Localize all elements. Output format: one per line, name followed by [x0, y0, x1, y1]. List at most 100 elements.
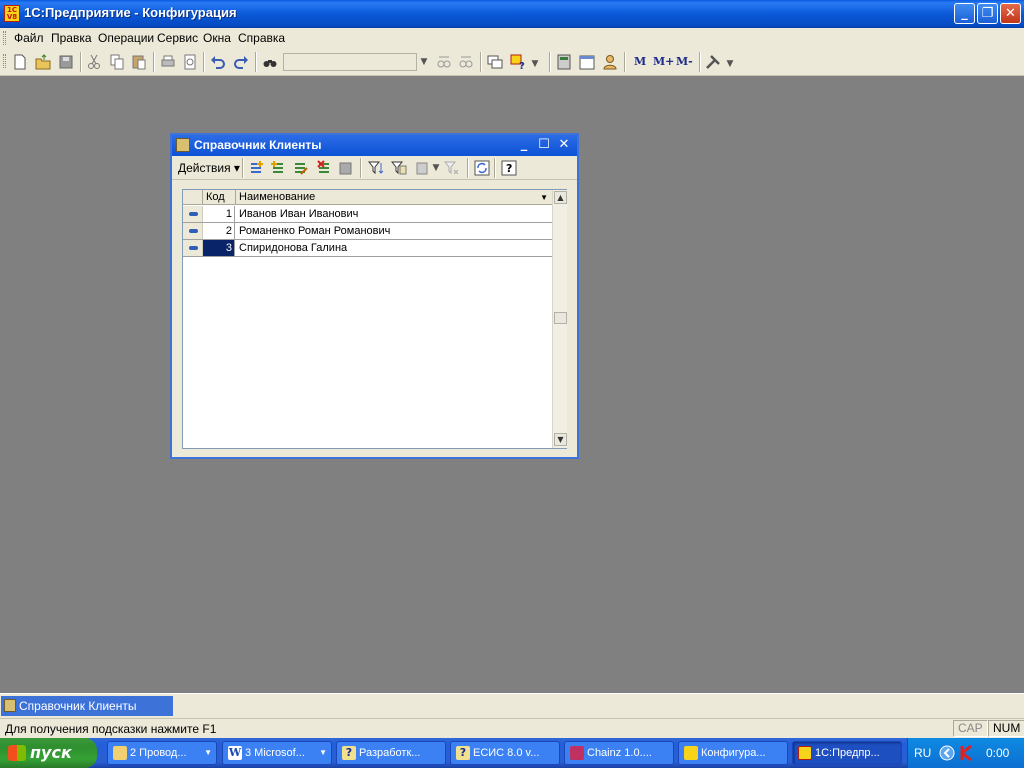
- task-word[interactable]: W 3 Microsof... ▼: [222, 741, 332, 765]
- paste-icon[interactable]: [131, 54, 147, 70]
- header-mark-column[interactable]: [183, 190, 203, 205]
- tools-dropdown-icon[interactable]: ▼: [724, 55, 736, 73]
- header-name[interactable]: Наименование ▼: [236, 190, 552, 205]
- tray-expand-icon[interactable]: [939, 745, 955, 761]
- language-indicator[interactable]: RU: [914, 746, 931, 760]
- header-code[interactable]: Код: [203, 190, 236, 205]
- minimize-button[interactable]: _: [954, 3, 975, 24]
- find-previous-icon[interactable]: [436, 54, 452, 70]
- row-code[interactable]: 2: [203, 223, 235, 239]
- memory-button[interactable]: M: [634, 55, 646, 68]
- menu-edit[interactable]: Правка: [51, 31, 92, 45]
- row-name[interactable]: Спиридонова Галина: [237, 240, 347, 256]
- menu-operations[interactable]: Операции: [98, 31, 154, 45]
- task-development[interactable]: ? Разработк...: [336, 741, 446, 765]
- catalog-window: Справочник Клиенты _ ☐ ✕ Действия ▾ ▼ ? …: [170, 133, 579, 459]
- task-esis[interactable]: ? ЕСИС 8.0 v...: [450, 741, 560, 765]
- search-input[interactable]: [283, 53, 417, 71]
- row-code[interactable]: 1: [203, 206, 235, 222]
- scroll-down-icon[interactable]: ▼: [554, 433, 567, 446]
- menu-windows[interactable]: Окна: [203, 31, 231, 45]
- delete-item-icon[interactable]: [316, 160, 332, 176]
- binoculars-icon[interactable]: [262, 54, 278, 70]
- catalog-window-titlebar[interactable]: Справочник Клиенты _ ☐ ✕: [172, 135, 577, 156]
- add-item-icon[interactable]: [248, 160, 264, 176]
- app-1c-icon[interactable]: 1C V8: [4, 5, 20, 22]
- toolbar-separator: [255, 52, 257, 72]
- menu-grip[interactable]: [3, 31, 6, 45]
- row-status-icon: [183, 240, 203, 256]
- actions-menu[interactable]: Действия ▾: [178, 161, 240, 175]
- catalog-icon: [176, 138, 190, 152]
- window-tab-catalog[interactable]: Справочник Клиенты: [1, 696, 173, 716]
- cut-icon[interactable]: [86, 54, 102, 70]
- table-row-selected[interactable]: 3 Спиридонова Галина: [183, 240, 552, 257]
- toolbar-separator: [242, 158, 244, 178]
- table-row[interactable]: 1 Иванов Иван Иванович: [183, 206, 552, 223]
- row-code[interactable]: 3: [203, 240, 235, 256]
- help-dropdown-icon[interactable]: ▼: [529, 55, 541, 73]
- status-text: Для получения подсказки нажмите F1: [5, 722, 217, 736]
- tools-icon[interactable]: [705, 54, 721, 70]
- catalog-toolbar: Действия ▾ ▼ ?: [172, 156, 577, 180]
- table-row[interactable]: 2 Романенко Роман Романович: [183, 223, 552, 240]
- sort-arrow-icon: ▼: [540, 193, 548, 202]
- row-name[interactable]: Романенко Роман Романович: [237, 223, 390, 239]
- menu-help[interactable]: Справка: [238, 31, 285, 45]
- search-dropdown-icon[interactable]: ▼: [418, 53, 430, 71]
- add-group-icon[interactable]: [270, 160, 286, 176]
- filter-history-icon[interactable]: [415, 160, 431, 176]
- refresh-icon[interactable]: [474, 160, 490, 176]
- toolbar-separator: [494, 158, 496, 178]
- filter-icon[interactable]: [368, 160, 384, 176]
- task-configurator[interactable]: Конфигура...: [678, 741, 788, 765]
- restore-button[interactable]: ❐: [977, 3, 998, 24]
- save-record-icon[interactable]: [338, 160, 354, 176]
- new-document-icon[interactable]: [12, 54, 28, 70]
- menu-service[interactable]: Сервис: [157, 31, 198, 45]
- vertical-scrollbar[interactable]: ▲ ▼: [552, 190, 567, 448]
- configurator-icon: [684, 746, 698, 760]
- open-folder-icon[interactable]: [35, 54, 51, 70]
- toolbar-grip[interactable]: [3, 54, 6, 68]
- clock[interactable]: 0:00: [986, 746, 1009, 760]
- find-next-icon[interactable]: [458, 54, 474, 70]
- scroll-up-icon[interactable]: ▲: [554, 191, 567, 204]
- edit-item-icon[interactable]: [292, 160, 308, 176]
- filter-history-dropdown-icon[interactable]: ▼: [430, 159, 442, 175]
- kaspersky-icon[interactable]: [959, 745, 975, 761]
- app-1c-icon: [798, 746, 812, 760]
- child-minimize-button[interactable]: _: [516, 137, 532, 153]
- menu-file[interactable]: Файл: [14, 31, 44, 45]
- folder-icon: [113, 746, 127, 760]
- user-icon[interactable]: [602, 54, 618, 70]
- toolbar-separator: [80, 52, 82, 72]
- row-name[interactable]: Иванов Иван Иванович: [237, 206, 358, 222]
- child-maximize-button[interactable]: ☐: [536, 137, 552, 153]
- task-explorer[interactable]: 2 Провод... ▼: [107, 741, 217, 765]
- calendar-icon[interactable]: [579, 54, 595, 70]
- task-chainz[interactable]: Chainz 1.0....: [564, 741, 674, 765]
- close-button[interactable]: ✕: [1000, 3, 1021, 24]
- save-icon[interactable]: [58, 54, 74, 70]
- toolbar-separator: [699, 52, 701, 72]
- clear-filter-icon[interactable]: [444, 160, 460, 176]
- print-icon[interactable]: [160, 54, 176, 70]
- memory-subtract-button[interactable]: M-: [676, 55, 693, 68]
- filter-by-value-icon[interactable]: [391, 160, 407, 176]
- svg-text:?: ?: [519, 61, 525, 70]
- windows-icon[interactable]: [487, 54, 503, 70]
- print-preview-icon[interactable]: [182, 54, 198, 70]
- calculator-icon[interactable]: [556, 54, 572, 70]
- toolbar-separator: [624, 52, 626, 72]
- memory-add-button[interactable]: M+: [653, 55, 674, 68]
- start-button[interactable]: пуск: [0, 738, 97, 768]
- help-icon[interactable]: ?: [501, 160, 517, 176]
- redo-icon[interactable]: [233, 54, 249, 70]
- scroll-thumb[interactable]: [554, 312, 567, 324]
- undo-icon[interactable]: [210, 54, 226, 70]
- task-1c-enterprise[interactable]: 1С:Предпр...: [792, 741, 902, 765]
- help-1c-icon[interactable]: ?: [510, 54, 526, 70]
- child-close-button[interactable]: ✕: [556, 137, 572, 153]
- copy-icon[interactable]: [109, 54, 125, 70]
